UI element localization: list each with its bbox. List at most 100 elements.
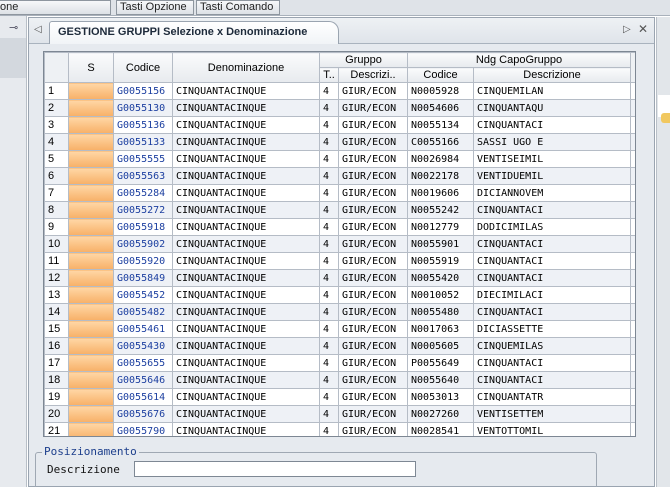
tipo-cell[interactable]: 4 xyxy=(319,116,339,134)
ndg-descrizione-cell[interactable]: CINQUANTATR xyxy=(473,388,632,406)
row-filler-cell[interactable] xyxy=(630,354,635,372)
row-filler-cell[interactable] xyxy=(630,235,635,253)
table-row[interactable]: 2 G0055130 CINQUANTACINQUE 4 GIUR/ECON N00546… xyxy=(44,99,635,117)
table-row[interactable]: 6 G0055563 CINQUANTACINQUE 4 GIUR/ECON N00221… xyxy=(44,167,635,185)
gruppo-descrizione-cell[interactable]: GIUR/ECON xyxy=(337,150,409,168)
row-number-cell[interactable]: 3 xyxy=(44,116,69,134)
row-filler-cell[interactable] xyxy=(630,303,635,321)
row-filler-cell[interactable] xyxy=(630,218,635,236)
ndg-codice-cell[interactable]: N0055134 xyxy=(407,116,475,134)
selection-cell[interactable] xyxy=(68,150,114,168)
denominazione-cell[interactable]: CINQUANTACINQUE xyxy=(172,269,320,287)
row-number-cell[interactable]: 2 xyxy=(44,99,69,117)
denominazione-cell[interactable]: CINQUANTACINQUE xyxy=(172,218,320,236)
tipo-cell[interactable]: 4 xyxy=(319,167,339,185)
row-filler-cell[interactable] xyxy=(630,150,635,168)
row-number-cell[interactable]: 21 xyxy=(44,422,69,436)
tipo-cell[interactable]: 4 xyxy=(319,235,339,253)
ndg-descrizione-cell[interactable]: CINQUEMILAS xyxy=(473,337,632,355)
denominazione-cell[interactable]: CINQUANTACINQUE xyxy=(172,286,320,304)
column-header-s[interactable]: S xyxy=(68,52,114,83)
tipo-cell[interactable]: 4 xyxy=(319,422,339,436)
table-row[interactable]: 4 G0055133 CINQUANTACINQUE 4 GIUR/ECON C00551… xyxy=(44,133,635,151)
row-filler-cell[interactable] xyxy=(630,405,635,423)
gruppo-descrizione-cell[interactable]: GIUR/ECON xyxy=(337,218,409,236)
row-filler-cell[interactable] xyxy=(630,269,635,287)
ndg-descrizione-cell[interactable]: VENTISETTEM xyxy=(473,405,632,423)
selection-cell[interactable] xyxy=(68,371,114,389)
row-number-cell[interactable]: 16 xyxy=(44,337,69,355)
row-number-cell[interactable]: 10 xyxy=(44,235,69,253)
selection-cell[interactable] xyxy=(68,99,114,117)
denominazione-cell[interactable]: CINQUANTACINQUE xyxy=(172,354,320,372)
ndg-descrizione-cell[interactable]: VENTIDUEMIL xyxy=(473,167,632,185)
denominazione-cell[interactable]: CINQUANTACINQUE xyxy=(172,184,320,202)
tipo-cell[interactable]: 4 xyxy=(319,320,339,338)
row-number-cell[interactable]: 19 xyxy=(44,388,69,406)
row-number-cell[interactable]: 5 xyxy=(44,150,69,168)
column-header-tipo[interactable]: T.. xyxy=(319,67,339,83)
ndg-codice-cell[interactable]: N0055919 xyxy=(407,252,475,270)
selection-cell[interactable] xyxy=(68,422,114,436)
ndg-descrizione-cell[interactable]: CINQUANTACI xyxy=(473,303,632,321)
table-row[interactable]: 1 G0055156 CINQUANTACINQUE 4 GIUR/ECON N00059… xyxy=(44,82,635,100)
row-number-cell[interactable]: 4 xyxy=(44,133,69,151)
table-row[interactable]: 21 G0055790 CINQUANTACINQUE 4 GIUR/ECON N0028… xyxy=(44,422,635,436)
tipo-cell[interactable]: 4 xyxy=(319,269,339,287)
close-icon[interactable]: ✕ xyxy=(638,22,648,36)
selection-cell[interactable] xyxy=(68,388,114,406)
gruppo-descrizione-cell[interactable]: GIUR/ECON xyxy=(337,269,409,287)
gruppo-descrizione-cell[interactable]: GIUR/ECON xyxy=(337,354,409,372)
codice-cell[interactable]: G0055452 xyxy=(113,286,173,304)
ndg-descrizione-cell[interactable]: DICIANNOVEM xyxy=(473,184,632,202)
pin-icon[interactable]: ⊸ xyxy=(9,21,18,34)
gruppo-descrizione-cell[interactable]: GIUR/ECON xyxy=(337,82,409,100)
ndg-descrizione-cell[interactable]: DODICIMILAS xyxy=(473,218,632,236)
gruppo-descrizione-cell[interactable]: GIUR/ECON xyxy=(337,167,409,185)
row-number-cell[interactable]: 18 xyxy=(44,371,69,389)
tipo-cell[interactable]: 4 xyxy=(319,371,339,389)
ndg-codice-cell[interactable]: N0017063 xyxy=(407,320,475,338)
table-row[interactable]: 16 G0055430 CINQUANTACINQUE 4 GIUR/ECON N0005… xyxy=(44,337,635,355)
column-header-codice[interactable]: Codice xyxy=(113,52,173,83)
tipo-cell[interactable]: 4 xyxy=(319,99,339,117)
table-row[interactable]: 13 G0055452 CINQUANTACINQUE 4 GIUR/ECON N0010… xyxy=(44,286,635,304)
ndg-descrizione-cell[interactable]: CINQUANTACI xyxy=(473,354,632,372)
tipo-cell[interactable]: 4 xyxy=(319,252,339,270)
selection-cell[interactable] xyxy=(68,235,114,253)
selection-cell[interactable] xyxy=(68,320,114,338)
codice-cell[interactable]: G0055130 xyxy=(113,99,173,117)
table-row[interactable]: 17 G0055655 CINQUANTACINQUE 4 GIUR/ECON P0055… xyxy=(44,354,635,372)
row-number-cell[interactable]: 7 xyxy=(44,184,69,202)
gruppo-descrizione-cell[interactable]: GIUR/ECON xyxy=(337,235,409,253)
denominazione-cell[interactable]: CINQUANTACINQUE xyxy=(172,99,320,117)
selection-cell[interactable] xyxy=(68,252,114,270)
selection-cell[interactable] xyxy=(68,303,114,321)
table-row[interactable]: 11 G0055920 CINQUANTACINQUE 4 GIUR/ECON N0055… xyxy=(44,252,635,270)
ndg-descrizione-cell[interactable]: SASSI UGO E xyxy=(473,133,632,151)
row-filler-cell[interactable] xyxy=(630,82,635,100)
table-row[interactable]: 20 G0055676 CINQUANTACINQUE 4 GIUR/ECON N0027… xyxy=(44,405,635,423)
table-row[interactable]: 9 G0055918 CINQUANTACINQUE 4 GIUR/ECON N00127… xyxy=(44,218,635,236)
ndg-descrizione-cell[interactable]: CINQUANTACI xyxy=(473,252,632,270)
column-header-gruppo-descrizione[interactable]: Descrizi.. xyxy=(337,67,409,83)
gruppo-descrizione-cell[interactable]: GIUR/ECON xyxy=(337,252,409,270)
tipo-cell[interactable]: 4 xyxy=(319,133,339,151)
ndg-descrizione-cell[interactable]: CINQUANTACI xyxy=(473,371,632,389)
toolbar-button-tasti-opzione[interactable]: Tasti Opzione xyxy=(116,0,194,15)
selection-cell[interactable] xyxy=(68,167,114,185)
selection-cell[interactable] xyxy=(68,269,114,287)
row-filler-cell[interactable] xyxy=(630,286,635,304)
codice-cell[interactable]: G0055563 xyxy=(113,167,173,185)
table-row[interactable]: 7 G0055284 CINQUANTACINQUE 4 GIUR/ECON N00196… xyxy=(44,184,635,202)
codice-cell[interactable]: G0055902 xyxy=(113,235,173,253)
codice-cell[interactable]: G0055918 xyxy=(113,218,173,236)
selection-cell[interactable] xyxy=(68,218,114,236)
row-filler-cell[interactable] xyxy=(630,388,635,406)
row-number-cell[interactable]: 11 xyxy=(44,252,69,270)
denominazione-cell[interactable]: CINQUANTACINQUE xyxy=(172,116,320,134)
table-row[interactable]: 19 G0055614 CINQUANTACINQUE 4 GIUR/ECON N0053… xyxy=(44,388,635,406)
ndg-descrizione-cell[interactable]: VENTOTTOMIL xyxy=(473,422,632,436)
selection-cell[interactable] xyxy=(68,354,114,372)
row-filler-cell[interactable] xyxy=(630,184,635,202)
